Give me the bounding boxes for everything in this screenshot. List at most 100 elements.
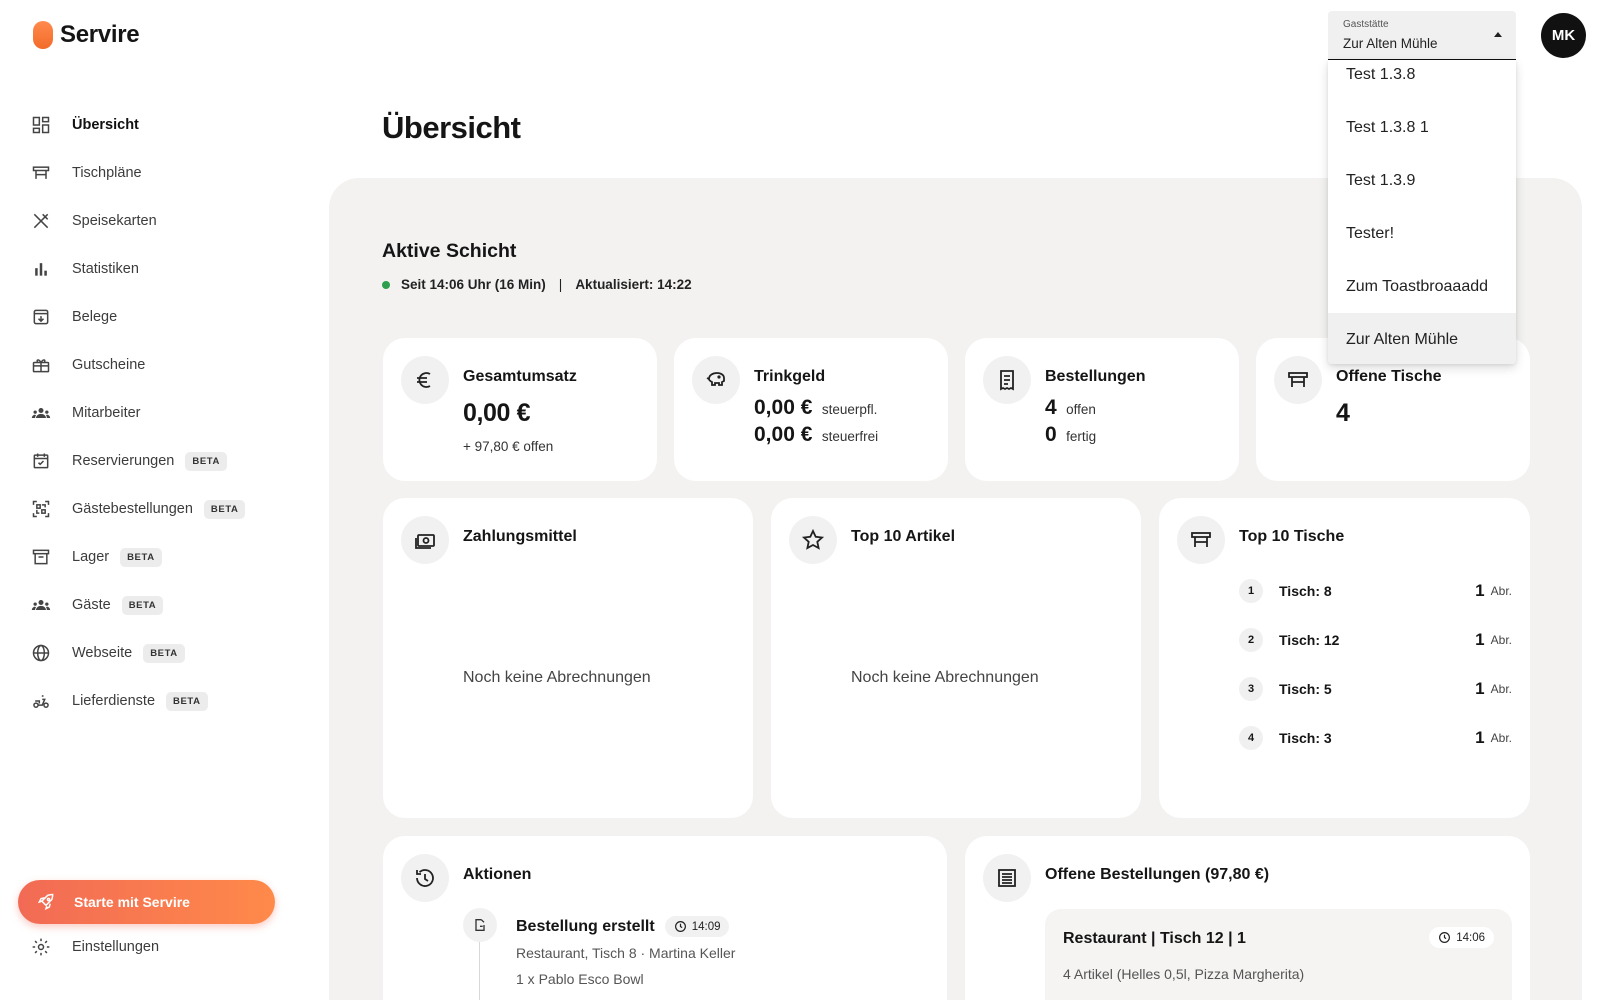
- app-name: Servire: [60, 21, 140, 48]
- open-orders-card: Offene Bestellungen (97,80 €) Restaurant…: [965, 836, 1530, 1000]
- star-icon: [789, 516, 837, 564]
- table-icon: [1177, 516, 1225, 564]
- sidebar-item-label: Lager: [72, 549, 110, 565]
- clock-icon: [1439, 932, 1451, 943]
- action-title: Bestellung erstellt: [516, 917, 655, 935]
- globe-icon: [32, 644, 50, 662]
- top-tables-card: Top 10 Tische 1 Tisch: 8 1 Abr. 2 Tisch:…: [1159, 498, 1530, 818]
- open-order-item[interactable]: Restaurant | Tisch 12 | 1 14:06 4 Artike…: [1045, 909, 1512, 1000]
- rank-badge: 4: [1239, 726, 1263, 750]
- orders-done-row: 0 fertig: [1045, 423, 1096, 447]
- utensils-icon: [33, 213, 49, 229]
- order-created-icon: [463, 908, 497, 942]
- orders-open-label: offen: [1066, 402, 1096, 417]
- sidebar-item-label: Speisekarten: [72, 213, 157, 229]
- sidebar-item-mitarbeiter[interactable]: Mitarbeiter: [31, 389, 291, 437]
- dropdown-option-selected[interactable]: Zur Alten Mühle: [1328, 313, 1516, 364]
- action-item[interactable]: Bestellung erstellt 14:09: [516, 916, 730, 937]
- list-item[interactable]: 4 Tisch: 3 1 Abr.: [1239, 714, 1512, 762]
- empty-note: Noch keine Abrechnungen: [851, 669, 1039, 686]
- tips-free-row: 0,00 € steuerfrei: [754, 423, 878, 447]
- sidebar-item-label: Belege: [72, 309, 118, 325]
- sidebar-item-label: Reservierungen: [72, 453, 175, 469]
- receipt-box-icon: [33, 309, 49, 325]
- timeline-line: [479, 942, 480, 1000]
- action-time: 14:09: [691, 920, 721, 933]
- sidebar-item-gaestebestellungen[interactable]: Gästebestellungen BETA: [31, 485, 291, 533]
- beta-badge: BETA: [143, 643, 185, 663]
- list-item[interactable]: 1 Tisch: 8 1 Abr.: [1239, 567, 1512, 615]
- shift-status: Seit 14:06 Uhr (16 Min) | Aktualisiert: …: [382, 277, 692, 292]
- start-servire-button[interactable]: Starte mit Servire: [18, 880, 275, 924]
- orders-done-count: 0: [1045, 423, 1057, 446]
- orders-card: Bestellungen 4 offen 0 fertig: [965, 338, 1239, 481]
- table-name: Tisch: 12: [1279, 632, 1340, 648]
- table-name: Tisch: 5: [1279, 681, 1332, 697]
- tips-taxed-label: steuerpfl.: [821, 402, 878, 417]
- sidebar-item-speisekarten[interactable]: Speisekarten: [31, 197, 291, 245]
- dropdown-option[interactable]: Test 1.3.8: [1328, 60, 1516, 101]
- table-unit: Abr.: [1490, 584, 1512, 598]
- dropdown-option[interactable]: Tester!: [1328, 207, 1516, 260]
- table-unit: Abr.: [1490, 633, 1512, 647]
- restaurant-dropdown: Test 1.3.8 Test 1.3.8 1 Test 1.3.9 Teste…: [1328, 60, 1516, 364]
- card-title: Top 10 Artikel: [851, 528, 956, 545]
- card-title: Aktionen: [463, 866, 532, 883]
- orders-done-label: fertig: [1066, 429, 1097, 444]
- dashboard-icon: [32, 116, 50, 134]
- revenue-open: + 97,80 € offen: [463, 439, 554, 454]
- avatar[interactable]: MK: [1541, 13, 1586, 58]
- actions-card: Aktionen Bestellung erstellt 14:09 Resta…: [383, 836, 947, 1000]
- money-icon: [401, 516, 449, 564]
- table-unit: Abr.: [1490, 731, 1512, 745]
- tips-taxed-row: 0,00 € steuerpfl.: [754, 396, 877, 420]
- orders-open-row: 4 offen: [1045, 396, 1096, 420]
- sidebar-item-belege[interactable]: Belege: [31, 293, 291, 341]
- action-detail: 1 x Pablo Esco Bowl: [516, 971, 644, 987]
- history-icon: [401, 854, 449, 902]
- rank-badge: 3: [1239, 677, 1263, 701]
- list-item[interactable]: 3 Tisch: 5 1 Abr.: [1239, 665, 1512, 713]
- dropdown-option[interactable]: Test 1.3.9: [1328, 154, 1516, 207]
- top-articles-card: Top 10 Artikel Noch keine Abrechnungen: [771, 498, 1141, 818]
- dropdown-option[interactable]: Test 1.3.8 1: [1328, 101, 1516, 154]
- rank-badge: 2: [1239, 628, 1263, 652]
- sidebar-item-gutscheine[interactable]: Gutscheine: [31, 341, 291, 389]
- table-name: Tisch: 8: [1279, 583, 1332, 599]
- tips-taxed-value: 0,00 €: [754, 396, 813, 419]
- orders-open-count: 4: [1045, 396, 1057, 419]
- table-unit: Abr.: [1490, 682, 1512, 696]
- sidebar-item-reservierungen[interactable]: Reservierungen BETA: [31, 437, 291, 485]
- euro-icon: [401, 356, 449, 404]
- dropdown-option[interactable]: Zum Toastbroaaadd: [1328, 260, 1516, 313]
- sidebar-item-label: Tischpläne: [72, 165, 142, 181]
- restaurant-select[interactable]: Gaststätte Zur Alten Mühle: [1328, 11, 1516, 60]
- calendar-check-icon: [33, 453, 49, 469]
- sidebar-item-tischplaene[interactable]: Tischpläne: [31, 149, 291, 197]
- sidebar-item-statistiken[interactable]: Statistiken: [31, 245, 291, 293]
- sidebar-item-einstellungen[interactable]: Einstellungen: [31, 937, 159, 957]
- sidebar-item-label: Gäste: [72, 597, 111, 613]
- sidebar-item-label: Gästebestellungen: [72, 501, 193, 517]
- sidebar-nav: Übersicht Tischpläne Speisekarten Statis…: [31, 101, 291, 725]
- order-title: Restaurant | Tisch 12 | 1: [1063, 930, 1246, 947]
- time-chip: 14:09: [664, 916, 730, 937]
- card-title: Offene Bestellungen (97,80 €): [1045, 866, 1270, 883]
- sidebar-item-uebersicht[interactable]: Übersicht: [31, 101, 291, 149]
- time-chip: 14:06: [1429, 927, 1494, 948]
- sidebar-item-label: Webseite: [72, 645, 133, 661]
- guests-icon: [31, 600, 51, 610]
- sidebar-item-lieferdienste[interactable]: Lieferdienste BETA: [31, 677, 291, 725]
- scooter-icon: [33, 695, 49, 708]
- caret-up-icon: [1494, 32, 1502, 37]
- sidebar-item-lager[interactable]: Lager BETA: [31, 533, 291, 581]
- card-title: Gesamtumsatz: [463, 368, 577, 385]
- card-title: Bestellungen: [1045, 368, 1146, 385]
- sidebar-item-gaeste[interactable]: Gäste BETA: [31, 581, 291, 629]
- app-logo[interactable]: Servire: [33, 21, 140, 49]
- payment-methods-card: Zahlungsmittel Noch keine Abrechnungen: [383, 498, 753, 818]
- sidebar-item-webseite[interactable]: Webseite BETA: [31, 629, 291, 677]
- tips-free-label: steuerfrei: [821, 429, 879, 444]
- shift-since: Seit 14:06 Uhr (16 Min): [401, 277, 546, 292]
- list-item[interactable]: 2 Tisch: 12 1 Abr.: [1239, 616, 1512, 664]
